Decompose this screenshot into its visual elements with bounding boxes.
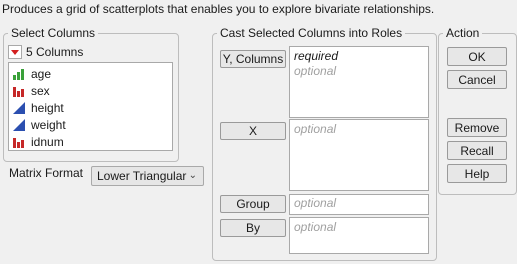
column-item-height[interactable]: height (13, 99, 64, 116)
optional-hint: optional (294, 122, 337, 136)
column-label: idnum (31, 134, 64, 149)
nominal-icon (13, 86, 24, 97)
x-button[interactable]: X (220, 122, 286, 140)
columns-header: 5 Columns (8, 45, 83, 59)
column-item-idnum[interactable]: idnum (13, 133, 64, 150)
continuous-icon (13, 118, 25, 131)
description-text: Produces a grid of scatterplots that ena… (2, 2, 435, 16)
matrix-format-select[interactable]: Lower Triangular ⌄ (91, 166, 204, 186)
nominal-icon (13, 137, 24, 148)
matrix-format-value: Lower Triangular (97, 169, 187, 183)
column-label: weight (31, 117, 66, 132)
column-list[interactable]: age sex height weight idnum (8, 62, 173, 151)
optional-hint: optional (294, 220, 337, 234)
column-label: height (31, 100, 64, 115)
y-columns-button[interactable]: Y, Columns (220, 50, 286, 68)
action-title: Action (443, 26, 483, 40)
remove-button[interactable]: Remove (447, 118, 507, 137)
ok-button[interactable]: OK (447, 47, 507, 66)
column-item-age[interactable]: age (13, 65, 51, 82)
required-hint: required (294, 49, 339, 63)
y-columns-role-box[interactable]: required optional (289, 46, 429, 118)
recall-button[interactable]: Recall (447, 141, 507, 160)
columns-menu-button[interactable] (8, 45, 22, 59)
group-button[interactable]: Group (220, 195, 286, 213)
x-role-box[interactable]: optional (289, 119, 429, 191)
by-role-box[interactable]: optional (289, 217, 429, 254)
select-columns-panel: Select Columns 5 Columns age sex height … (3, 26, 179, 162)
column-item-sex[interactable]: sex (13, 82, 50, 99)
continuous-icon (13, 101, 25, 114)
optional-hint: optional (294, 64, 337, 78)
help-button[interactable]: Help (447, 164, 507, 183)
ordinal-icon (13, 68, 24, 80)
column-item-weight[interactable]: weight (13, 116, 66, 133)
column-label: age (31, 66, 52, 81)
chevron-down-icon: ⌄ (188, 170, 197, 181)
cancel-button[interactable]: Cancel (447, 70, 507, 89)
select-columns-title: Select Columns (8, 26, 99, 40)
column-label: sex (31, 83, 50, 98)
by-button[interactable]: By (220, 219, 286, 237)
cast-roles-title: Cast Selected Columns into Roles (217, 26, 406, 40)
group-role-box[interactable]: optional (289, 194, 429, 215)
action-panel: Action OK Cancel Remove Recall Help (438, 26, 517, 195)
cast-roles-panel: Cast Selected Columns into Roles Y, Colu… (212, 26, 437, 261)
columns-count: 5 Columns (26, 45, 84, 59)
matrix-format-label: Matrix Format (9, 166, 84, 180)
optional-hint: optional (294, 196, 337, 210)
red-triangle-icon (11, 49, 19, 55)
